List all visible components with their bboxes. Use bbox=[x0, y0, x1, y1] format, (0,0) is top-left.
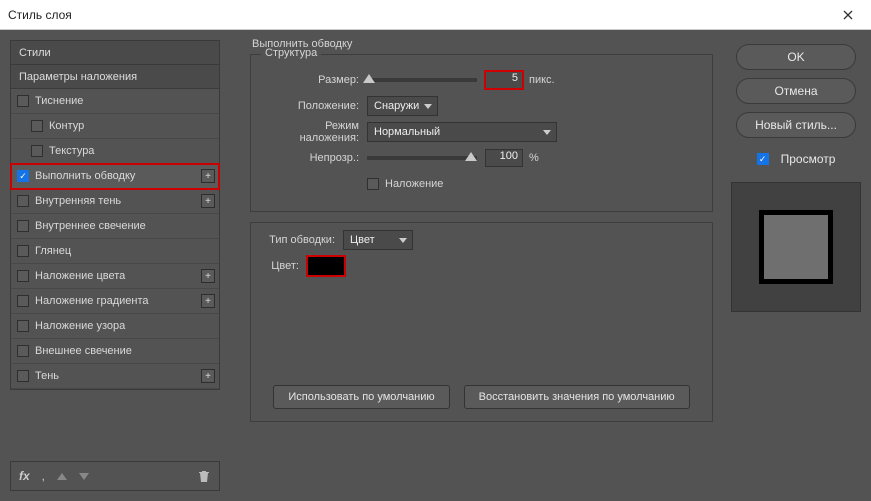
add-instance-button[interactable]: + bbox=[201, 369, 215, 383]
sidebar-item-label: Внутренняя тень bbox=[35, 195, 121, 207]
overprint-label: Наложение bbox=[385, 178, 443, 190]
new-style-button[interactable]: Новый стиль... bbox=[736, 112, 856, 138]
style-checkbox[interactable] bbox=[31, 120, 43, 132]
right-panel: OK Отмена Новый стиль... ✓ Просмотр bbox=[721, 30, 871, 501]
sidebar-item[interactable]: Глянец bbox=[11, 239, 219, 264]
style-checkbox[interactable] bbox=[17, 320, 29, 332]
style-checkbox[interactable] bbox=[17, 295, 29, 307]
sidebar-item-label: Глянец bbox=[35, 245, 71, 257]
color-label: Цвет: bbox=[263, 260, 299, 272]
blending-header[interactable]: Параметры наложения bbox=[11, 65, 219, 89]
close-button[interactable] bbox=[833, 0, 863, 30]
style-checkbox[interactable] bbox=[17, 345, 29, 357]
fx-menu-button[interactable]: fx bbox=[19, 469, 30, 483]
sidebar-item-label: Внутреннее свечение bbox=[35, 220, 146, 232]
sidebar-item-label: Выполнить обводку bbox=[35, 170, 135, 182]
sidebar-item-label: Тиснение bbox=[35, 95, 83, 107]
sidebar-item[interactable]: Тиснение bbox=[11, 89, 219, 114]
size-unit: пикс. bbox=[529, 74, 555, 86]
style-list: Стили Параметры наложения Тиснение Контур… bbox=[10, 40, 220, 390]
chevron-down-icon bbox=[399, 238, 407, 243]
style-checkbox[interactable]: ✓ bbox=[17, 170, 29, 182]
style-checkbox[interactable] bbox=[17, 220, 29, 232]
fill-type-select[interactable]: Цвет bbox=[343, 230, 413, 250]
style-checkbox[interactable] bbox=[31, 145, 43, 157]
sidebar-footer: fx , bbox=[10, 461, 220, 491]
opacity-label: Непрозр.: bbox=[263, 152, 359, 164]
fill-type-label: Тип обводки: bbox=[263, 234, 335, 246]
trash-icon bbox=[197, 469, 211, 483]
sidebar-item[interactable]: Внутренняя тень + bbox=[11, 189, 219, 214]
position-select[interactable]: Снаружи bbox=[367, 96, 438, 116]
cancel-button[interactable]: Отмена bbox=[736, 78, 856, 104]
trash-button[interactable] bbox=[197, 469, 211, 483]
sidebar-item-label: Контур bbox=[49, 120, 84, 132]
reset-default-button[interactable]: Восстановить значения по умолчанию bbox=[464, 385, 690, 409]
sidebar-item-label: Наложение цвета bbox=[35, 270, 125, 282]
sidebar-item[interactable]: Наложение градиента + bbox=[11, 289, 219, 314]
move-up-icon[interactable] bbox=[57, 473, 67, 480]
chevron-down-icon bbox=[543, 130, 551, 135]
preview-checkbox[interactable]: ✓ bbox=[757, 153, 769, 165]
ok-button[interactable]: OK bbox=[736, 44, 856, 70]
chevron-down-icon bbox=[424, 104, 432, 109]
sidebar-item-label: Внешнее свечение bbox=[35, 345, 132, 357]
fill-group: Тип обводки: Цвет Цвет: Использовать по … bbox=[250, 222, 713, 422]
style-checkbox[interactable] bbox=[17, 245, 29, 257]
blend-mode-label: Режим наложения: bbox=[263, 120, 359, 144]
overprint-checkbox[interactable] bbox=[367, 178, 379, 190]
sidebar: Стили Параметры наложения Тиснение Контур… bbox=[0, 30, 230, 501]
sidebar-item-label: Наложение градиента bbox=[35, 295, 149, 307]
style-checkbox[interactable] bbox=[17, 195, 29, 207]
window-title: Стиль слоя bbox=[8, 8, 833, 22]
sidebar-item[interactable]: ✓ Выполнить обводку + bbox=[11, 164, 219, 189]
style-checkbox[interactable] bbox=[17, 370, 29, 382]
sidebar-item[interactable]: Внутреннее свечение bbox=[11, 214, 219, 239]
preview-box bbox=[731, 182, 861, 312]
sidebar-item-label: Тень bbox=[35, 370, 59, 382]
color-swatch[interactable] bbox=[307, 256, 345, 276]
close-icon bbox=[843, 10, 853, 20]
styles-header[interactable]: Стили bbox=[11, 41, 219, 65]
style-checkbox[interactable] bbox=[17, 95, 29, 107]
blend-mode-select[interactable]: Нормальный bbox=[367, 122, 557, 142]
sidebar-item-label: Наложение узора bbox=[35, 320, 125, 332]
preview-toggle-row: ✓ Просмотр bbox=[757, 152, 836, 166]
settings-panel: Выполнить обводку Структура Размер: 5 пи… bbox=[230, 30, 721, 501]
make-default-button[interactable]: Использовать по умолчанию bbox=[273, 385, 449, 409]
sidebar-item[interactable]: Тень + bbox=[11, 364, 219, 389]
sidebar-item[interactable]: Внешнее свечение bbox=[11, 339, 219, 364]
add-instance-button[interactable]: + bbox=[201, 194, 215, 208]
sidebar-item-label: Текстура bbox=[49, 145, 94, 157]
sidebar-item[interactable]: Наложение узора bbox=[11, 314, 219, 339]
opacity-slider[interactable] bbox=[367, 156, 477, 160]
position-label: Положение: bbox=[263, 100, 359, 112]
add-instance-button[interactable]: + bbox=[201, 169, 215, 183]
add-instance-button[interactable]: + bbox=[201, 294, 215, 308]
opacity-unit: % bbox=[529, 152, 539, 164]
sidebar-item[interactable]: Наложение цвета + bbox=[11, 264, 219, 289]
size-slider[interactable] bbox=[367, 78, 477, 82]
style-checkbox[interactable] bbox=[17, 270, 29, 282]
structure-group: Структура Размер: 5 пикс. Положение: Сна… bbox=[250, 54, 713, 212]
move-down-icon[interactable] bbox=[79, 473, 89, 480]
preview-label: Просмотр bbox=[781, 152, 836, 166]
add-instance-button[interactable]: + bbox=[201, 269, 215, 283]
sidebar-item[interactable]: Текстура bbox=[11, 139, 219, 164]
sidebar-item[interactable]: Контур bbox=[11, 114, 219, 139]
size-label: Размер: bbox=[263, 74, 359, 86]
titlebar: Стиль слоя bbox=[0, 0, 871, 30]
structure-legend: Структура bbox=[261, 47, 321, 59]
size-input[interactable]: 5 bbox=[485, 71, 523, 89]
layer-style-dialog: Стиль слоя Стили Параметры наложения Тис… bbox=[0, 0, 871, 501]
opacity-input[interactable]: 100 bbox=[485, 149, 523, 167]
preview-swatch bbox=[759, 210, 833, 284]
